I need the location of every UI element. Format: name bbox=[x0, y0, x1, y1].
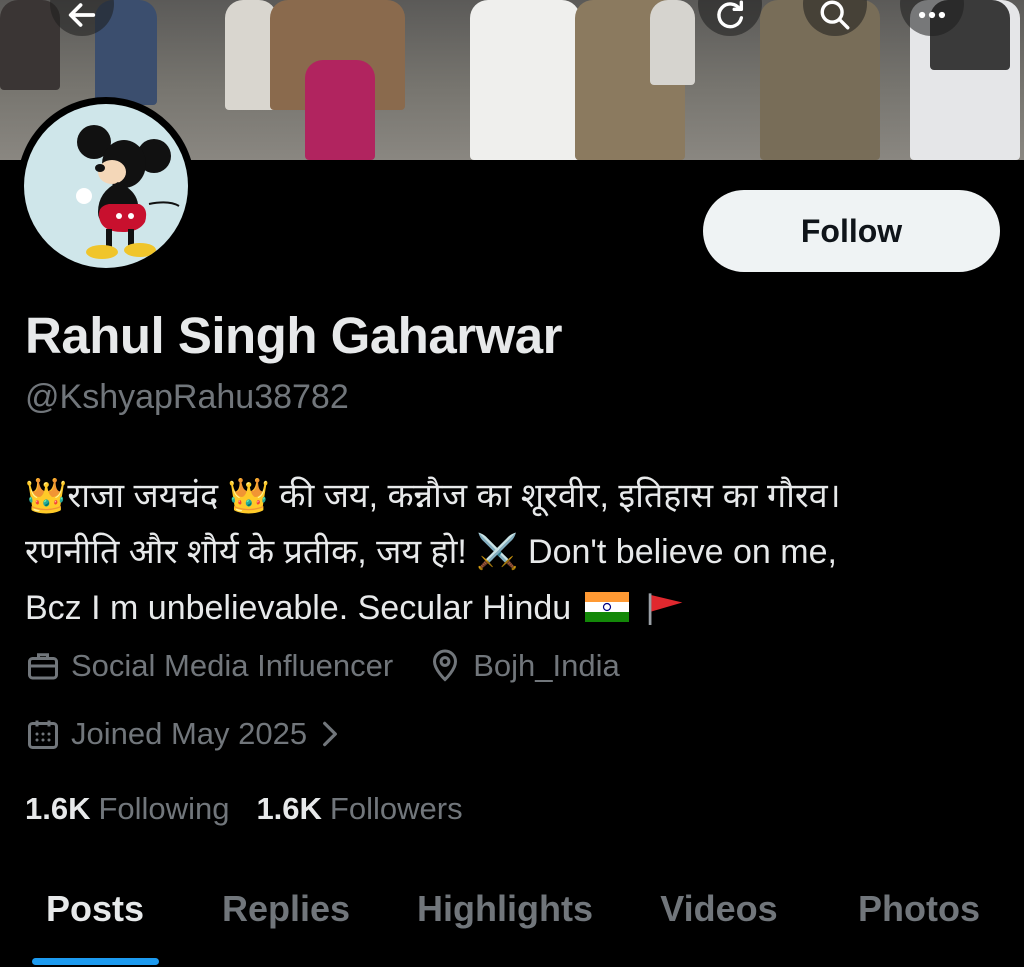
india-flag-icon bbox=[584, 592, 629, 623]
profile-bio: 👑राजा जयचंद 👑 की जय, कन्नौज का शूरवीर, इ… bbox=[25, 468, 1015, 636]
red-flag-icon bbox=[648, 593, 683, 626]
more-icon bbox=[918, 11, 946, 19]
following-link[interactable]: 1.6K Following bbox=[25, 791, 229, 827]
bio-line: रणनीति और शौर्य के प्रतीक, जय हो! ⚔️ Don… bbox=[25, 533, 837, 571]
tab-videos[interactable]: Videos bbox=[660, 888, 777, 930]
profile-location: Bojh_India bbox=[473, 648, 620, 683]
mickey-mouse-illustration bbox=[76, 125, 180, 259]
avatar-image bbox=[24, 104, 188, 268]
banner-figure bbox=[650, 0, 695, 85]
banner-figure bbox=[470, 0, 580, 160]
profile-meta-row: Social Media Influencer Bojh_India bbox=[25, 648, 620, 684]
back-arrow-icon bbox=[68, 3, 96, 27]
search-icon bbox=[820, 0, 850, 30]
following-count: 1.6K bbox=[25, 791, 91, 826]
followers-link[interactable]: 1.6K Followers bbox=[256, 791, 462, 827]
follow-button[interactable]: Follow bbox=[703, 190, 1000, 272]
tab-replies[interactable]: Replies bbox=[222, 888, 350, 930]
profile-display-name: Rahul Singh Gaharwar bbox=[25, 307, 562, 364]
tab-highlights[interactable]: Highlights bbox=[417, 888, 593, 930]
profile-joined-row[interactable]: Joined May 2025 bbox=[25, 716, 353, 752]
bio-line: 👑राजा जयचंद 👑 की जय, कन्नौज का शूरवीर, इ… bbox=[25, 477, 841, 515]
calendar-icon bbox=[25, 716, 61, 752]
followers-count: 1.6K bbox=[256, 791, 322, 826]
profile-joined-date: Joined May 2025 bbox=[71, 716, 308, 751]
refresh-button[interactable] bbox=[698, 0, 762, 36]
bio-line-text: Bcz I m unbelievable. Secular Hindu bbox=[25, 589, 572, 627]
followers-label: Followers bbox=[329, 791, 463, 826]
active-tab-indicator bbox=[32, 958, 159, 965]
chevron-right-icon bbox=[317, 718, 343, 750]
profile-avatar[interactable] bbox=[17, 97, 195, 275]
bio-line: Bcz I m unbelievable. Secular Hindu bbox=[25, 580, 1015, 636]
briefcase-icon bbox=[25, 648, 61, 684]
tab-posts[interactable]: Posts bbox=[46, 888, 144, 930]
profile-stats: 1.6K Following 1.6K Followers bbox=[25, 791, 490, 827]
refresh-icon bbox=[717, 0, 744, 29]
profile-occupation: Social Media Influencer bbox=[71, 648, 394, 683]
profile-handle: @KshyapRahu38782 bbox=[25, 378, 349, 416]
following-label: Following bbox=[98, 791, 230, 826]
location-pin-icon bbox=[427, 648, 463, 684]
profile-tabs: Posts Replies Highlights Videos Photos bbox=[0, 880, 1024, 967]
tab-photos[interactable]: Photos bbox=[858, 888, 980, 930]
banner-figure bbox=[305, 60, 375, 160]
